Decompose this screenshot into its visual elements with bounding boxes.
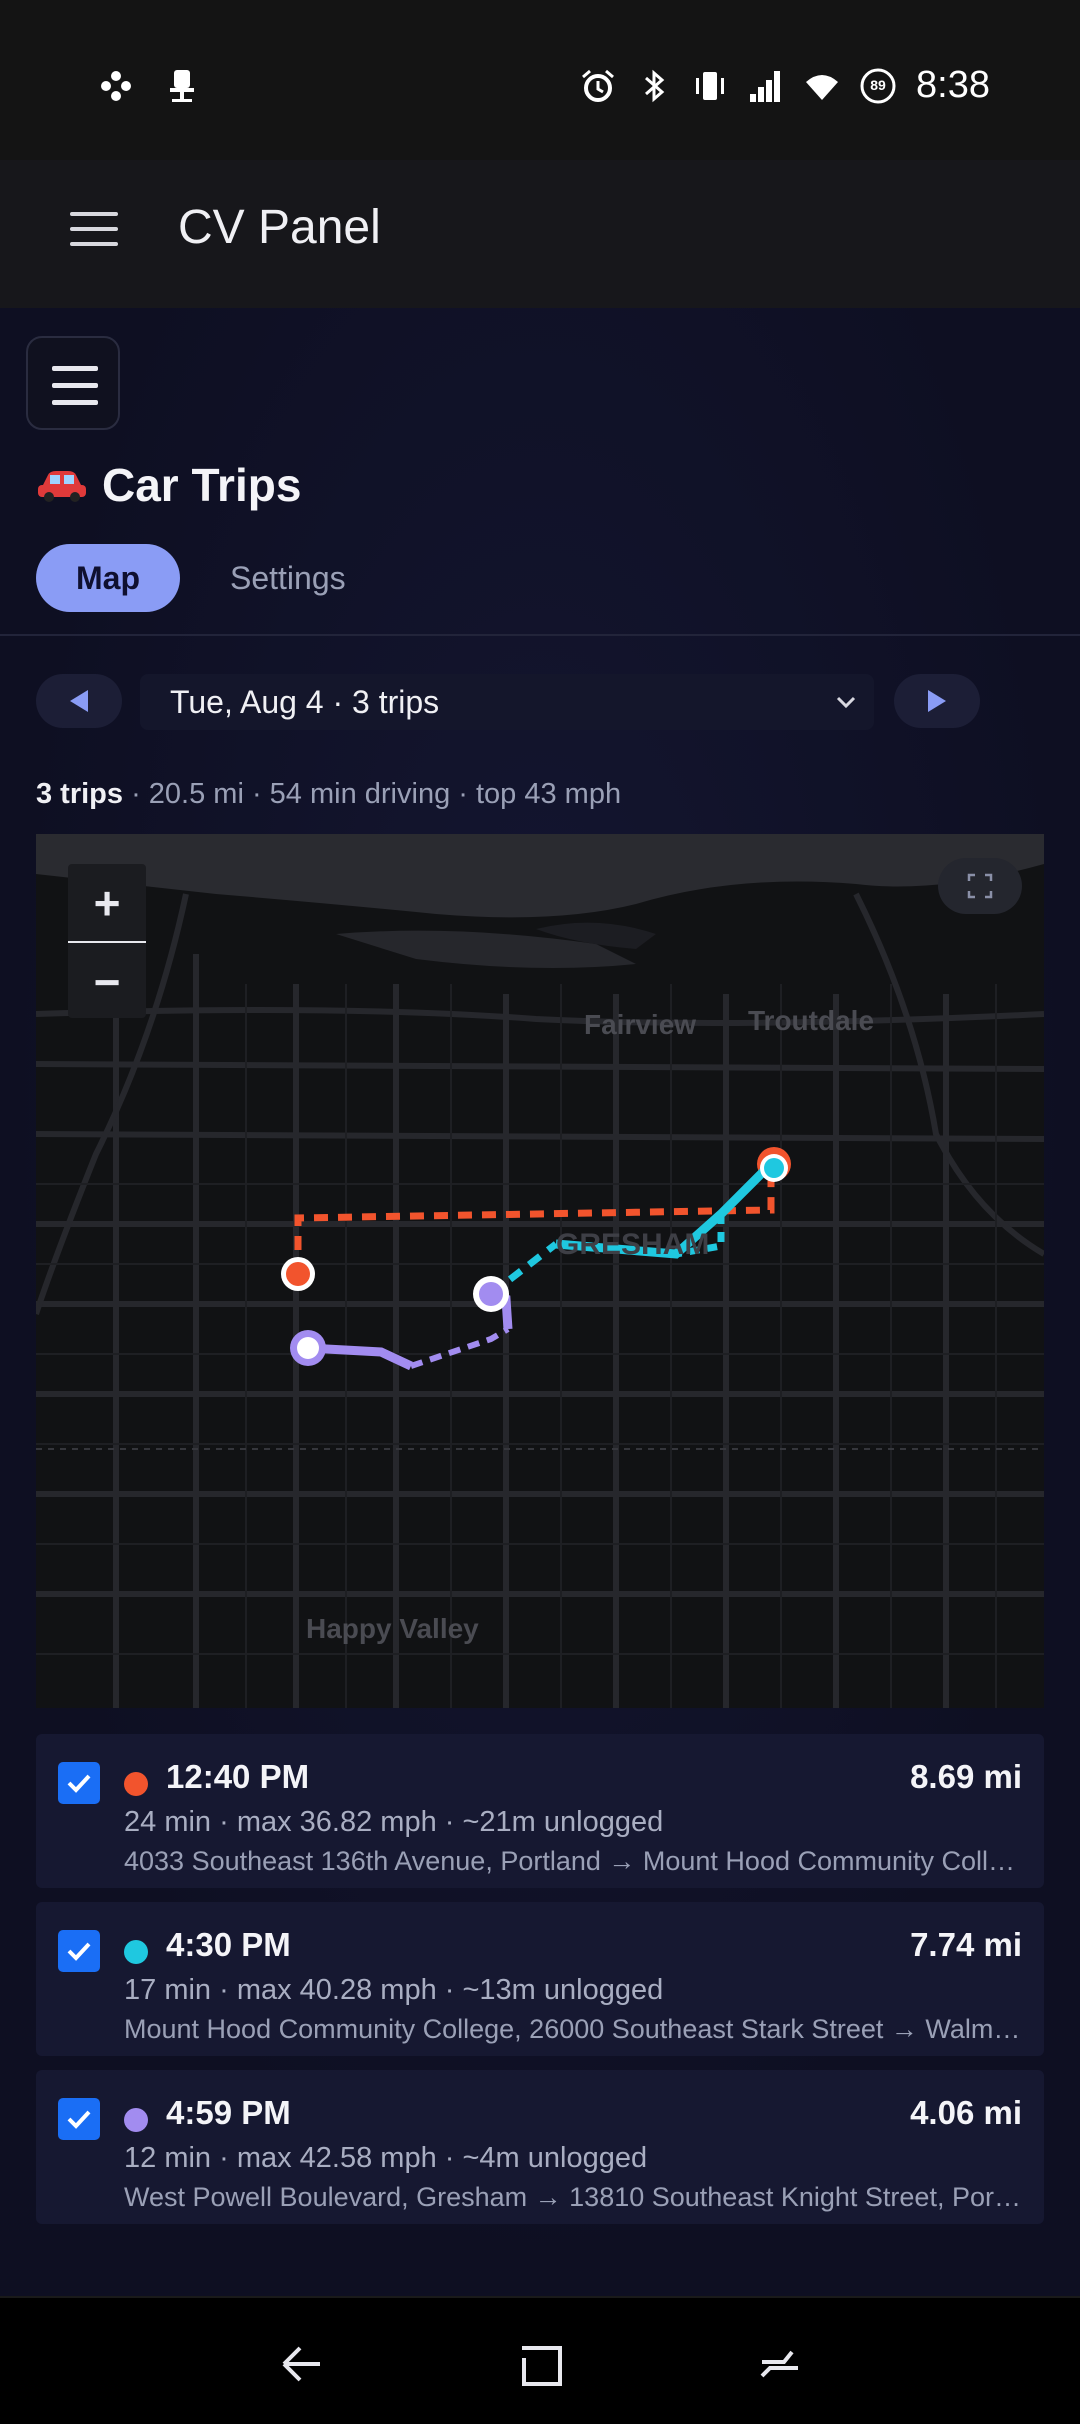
map-label-gresham: GRESHAM: [556, 1228, 709, 1261]
next-day-button[interactable]: [894, 674, 980, 728]
trip-card[interactable]: 4:59 PM 4.06 mi 12 min · max 42.58 mph ·…: [36, 2070, 1044, 2224]
map-label-happy-valley: Happy Valley: [306, 1613, 479, 1644]
map[interactable]: Fairview Troutdale GRESHAM Happy Valley …: [36, 834, 1044, 1708]
main-content: Car Trips Map Settings Tue, Aug 4 · 3 tr…: [0, 308, 1080, 2296]
trip-distance: 8.69 mi: [910, 1758, 1022, 1795]
trip-time: 4:59 PM: [166, 2094, 291, 2131]
trip-card[interactable]: 4:30 PM 7.74 mi 17 min · max 40.28 mph ·…: [36, 1902, 1044, 2056]
side-menu-button[interactable]: [26, 336, 120, 430]
vibrate-icon: [696, 71, 725, 100]
wifi-icon: [806, 74, 839, 100]
home-gesture-icon[interactable]: [750, 2334, 810, 2394]
trip-distance: 4.06 mi: [910, 2094, 1022, 2131]
app-bar: CV Panel: [0, 160, 1080, 308]
tab-bar: Map Settings: [36, 544, 346, 612]
map-label-fairview: Fairview: [584, 1009, 696, 1040]
app-menu-button[interactable]: [70, 212, 118, 248]
summary-trip-count: 3 trips: [36, 778, 124, 810]
trip-card[interactable]: 12:40 PM 8.69 mi 24 min · max 36.82 mph …: [36, 1734, 1044, 1888]
page-title-text: Car Trips: [102, 459, 302, 511]
trip-summary: 3 trips · 20.5 mi · 54 min driving · top…: [36, 778, 621, 811]
trip-time: 4:30 PM: [166, 1926, 291, 1963]
date-select-value: Tue, Aug 4 · 3 trips: [170, 683, 440, 720]
dots-icon: [101, 71, 131, 101]
trip-distance: 7.74 mi: [910, 1926, 1022, 1963]
fullscreen-icon: [967, 873, 993, 899]
trip-color-dot: [124, 2108, 148, 2132]
check-icon: [67, 2110, 91, 2129]
app-title: CV Panel: [178, 201, 381, 254]
chevron-down-icon: [836, 696, 856, 709]
triangle-left-icon: [70, 690, 88, 712]
tab-settings[interactable]: Settings: [230, 560, 346, 597]
chair-icon: [170, 70, 194, 102]
system-nav-bar: [0, 2296, 1080, 2424]
summary-details: · 20.5 mi · 54 min driving · top 43 mph: [123, 778, 622, 810]
trip-color-dot: [124, 1772, 148, 1796]
page-title: Car Trips: [36, 458, 301, 512]
recents-icon[interactable]: [510, 2334, 570, 2394]
trip-color-dot: [124, 1940, 148, 1964]
tab-map[interactable]: Map: [36, 544, 180, 612]
back-icon[interactable]: [270, 2334, 330, 2394]
date-select[interactable]: Tue, Aug 4 · 3 trips: [140, 674, 874, 730]
fullscreen-button[interactable]: [938, 858, 1022, 914]
trip-stats: 12 min · max 42.58 mph · ~4m unlogged: [124, 2142, 648, 2174]
zoom-in-button[interactable]: +: [68, 864, 146, 941]
signal-icon: [750, 70, 781, 102]
trip-route: Mount Hood Community College, 26000 Sout…: [124, 2014, 1024, 2044]
bluetooth-icon: [645, 69, 665, 102]
battery-icon: 89: [860, 68, 896, 104]
divider: [0, 634, 1080, 636]
trip-route: 4033 Southeast 136th Avenue, Portland → …: [124, 1846, 1024, 1876]
check-icon: [67, 1774, 91, 1793]
triangle-right-icon: [928, 690, 946, 712]
map-label-troutdale: Troutdale: [748, 1005, 874, 1036]
trip-time: 12:40 PM: [166, 1758, 310, 1795]
battery-level: 89: [870, 76, 886, 93]
trip-stats: 24 min · max 36.82 mph · ~21m unlogged: [124, 1806, 664, 1838]
trip-route: West Powell Boulevard, Gresham → 13810 S…: [124, 2182, 1024, 2212]
check-icon: [67, 1942, 91, 1961]
zoom-control: + −: [68, 864, 146, 1018]
car-icon: [38, 471, 86, 502]
prev-day-button[interactable]: [36, 674, 122, 728]
status-bar: 89 8:38: [0, 0, 1080, 160]
date-row: Tue, Aug 4 · 3 trips: [36, 674, 980, 730]
status-time: 8:38: [916, 64, 990, 106]
trip-checkbox[interactable]: [58, 1930, 100, 1972]
alarm-icon: [582, 69, 615, 102]
trip-stats: 17 min · max 40.28 mph · ~13m unlogged: [124, 1974, 664, 2006]
trip-checkbox[interactable]: [58, 1762, 100, 1804]
zoom-out-button[interactable]: −: [68, 943, 146, 1020]
map-canvas[interactable]: Fairview Troutdale GRESHAM Happy Valley: [36, 834, 1044, 1708]
trip-checkbox[interactable]: [58, 2098, 100, 2140]
